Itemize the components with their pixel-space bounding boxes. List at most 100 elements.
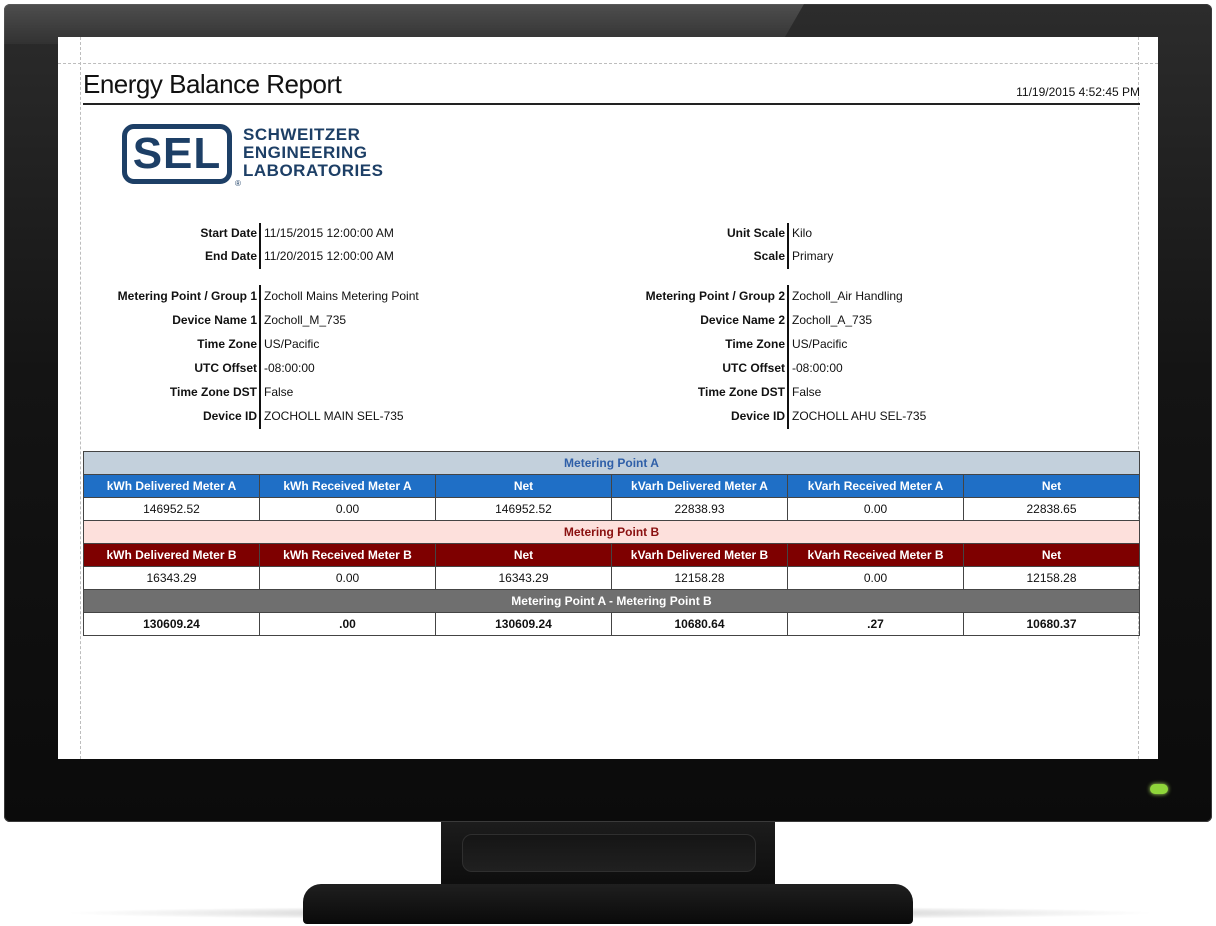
info-label: Scale: [753, 249, 785, 263]
column-header: kVarh Received Meter A: [787, 474, 964, 498]
info-row: Start Date 11/15/2015 12:00:00 AM: [58, 223, 394, 245]
logo-line-2: ENGINEERING: [243, 143, 368, 162]
column-header: kVarh Received Meter B: [787, 543, 964, 567]
column-header: kWh Delivered Meter B: [83, 543, 260, 567]
info-label: Device ID: [202, 409, 257, 423]
table-cell: .00: [259, 612, 436, 636]
info-label: Time Zone: [197, 337, 257, 351]
power-led-icon: [1150, 784, 1168, 794]
info-row: Device ID ZOCHOLL AHU SEL-735: [588, 406, 926, 428]
table-row: 130609.24 .00 130609.24 10680.64 .27 106…: [83, 612, 1140, 636]
info-value: False: [264, 385, 294, 399]
column-header: Net: [963, 543, 1140, 567]
section-header-row: Metering Point A: [83, 451, 1140, 475]
info-row: Time Zone DST False: [588, 382, 821, 404]
info-label: Device Name 2: [700, 313, 785, 327]
info-value: US/Pacific: [792, 337, 848, 351]
logo-registered-mark: ®: [235, 179, 241, 188]
report-generated-timestamp: 11/19/2015 4:52:45 PM: [1016, 85, 1140, 99]
column-header: kWh Received Meter B: [259, 543, 436, 567]
info-value: Zocholl_A_735: [792, 313, 873, 327]
info-value: Primary: [792, 249, 834, 263]
table-row: 16343.29 0.00 16343.29 12158.28 0.00 121…: [83, 566, 1140, 590]
section-title-difference: Metering Point A - Metering Point B: [83, 589, 1140, 613]
info-row: Time Zone DST False: [58, 382, 293, 404]
column-header: Net: [435, 474, 612, 498]
section-title-meter-a: Metering Point A: [83, 451, 1140, 475]
info-value: -08:00:00: [264, 361, 315, 375]
info-value: US/Pacific: [264, 337, 320, 351]
table-row: 146952.52 0.00 146952.52 22838.93 0.00 2…: [83, 497, 1140, 521]
info-row: UTC Offset -08:00:00: [58, 358, 314, 380]
table-cell: 10680.37: [963, 612, 1140, 636]
info-row: UTC Offset -08:00:00: [588, 358, 842, 380]
table-cell: 146952.52: [435, 497, 612, 521]
report-title: Energy Balance Report: [83, 69, 342, 99]
info-row: Device Name 2 Zocholl_A_735: [588, 310, 872, 332]
info-label: Metering Point / Group 1: [117, 289, 257, 303]
table-cell: 16343.29: [83, 566, 260, 590]
info-value: Zocholl_M_735: [264, 313, 347, 327]
logo-mark: SEL: [122, 124, 232, 184]
monitor-stand-base: [303, 884, 913, 924]
right-info-block: Unit Scale Kilo Scale Primary Metering P…: [588, 223, 1108, 433]
table-cell: 22838.65: [963, 497, 1140, 521]
monitor-stand-neck: [441, 822, 775, 890]
info-value: 11/15/2015 12:00:00 AM: [264, 226, 394, 240]
info-row: End Date 11/20/2015 12:00:00 AM: [58, 246, 394, 268]
logo-wordmark: SCHWEITZER ENGINEERING LABORATORIES: [243, 126, 383, 180]
info-label: UTC Offset: [194, 361, 257, 375]
info-row: Time Zone US/Pacific: [588, 334, 847, 356]
monitor-screen: Energy Balance Report 11/19/2015 4:52:45…: [58, 37, 1158, 759]
info-label: Time Zone DST: [169, 385, 257, 399]
info-label: Time Zone DST: [697, 385, 785, 399]
page-margin-guide-top: [58, 63, 1158, 64]
info-row: Scale Primary: [588, 246, 834, 268]
sel-logo: SEL ® SCHWEITZER ENGINEERING LABORATORIE…: [122, 124, 422, 194]
info-label: Unit Scale: [726, 226, 785, 240]
column-header: kWh Received Meter A: [259, 474, 436, 498]
info-label: End Date: [204, 249, 257, 263]
left-info-block: Start Date 11/15/2015 12:00:00 AM End Da…: [58, 223, 578, 433]
info-divider-scale: [787, 223, 789, 269]
info-row: Unit Scale Kilo: [588, 223, 812, 245]
table-cell: 130609.24: [83, 612, 260, 636]
info-value: 11/20/2015 12:00:00 AM: [264, 249, 394, 263]
table-cell: 0.00: [787, 566, 964, 590]
info-divider-details: [259, 285, 261, 429]
title-divider: [83, 103, 1140, 105]
table-cell: 10680.64: [611, 612, 788, 636]
info-row: Device ID ZOCHOLL MAIN SEL-735: [58, 406, 404, 428]
info-row: Device Name 1 Zocholl_M_735: [58, 310, 346, 332]
section-header-row: Metering Point B: [83, 520, 1140, 544]
info-label: Metering Point / Group 2: [645, 289, 785, 303]
table-cell: 12158.28: [611, 566, 788, 590]
info-value: ZOCHOLL MAIN SEL-735: [264, 409, 404, 423]
column-header: kVarh Delivered Meter B: [611, 543, 788, 567]
table-cell: 0.00: [787, 497, 964, 521]
table-cell: .27: [787, 612, 964, 636]
info-label: Time Zone: [725, 337, 785, 351]
info-label: Start Date: [200, 226, 257, 240]
column-header-row: kWh Delivered Meter B kWh Received Meter…: [83, 543, 1140, 567]
column-header: kWh Delivered Meter A: [83, 474, 260, 498]
info-value: Zocholl_Air Handling: [792, 289, 903, 303]
table-cell: 16343.29: [435, 566, 612, 590]
table-cell: 146952.52: [83, 497, 260, 521]
logo-line-1: SCHWEITZER: [243, 125, 361, 144]
table-cell: 0.00: [259, 566, 436, 590]
info-value: False: [792, 385, 822, 399]
info-divider-dates: [259, 223, 261, 269]
info-row: Time Zone US/Pacific: [58, 334, 319, 356]
table-cell: 12158.28: [963, 566, 1140, 590]
info-label: Device ID: [730, 409, 785, 423]
table-cell: 22838.93: [611, 497, 788, 521]
info-row: Metering Point / Group 1 Zocholl Mains M…: [58, 286, 419, 308]
stand-cable-slot: [462, 834, 756, 872]
section-header-row: Metering Point A - Metering Point B: [83, 589, 1140, 613]
table-cell: 130609.24: [435, 612, 612, 636]
info-label: Device Name 1: [172, 313, 257, 327]
table-cell: 0.00: [259, 497, 436, 521]
column-header-row: kWh Delivered Meter A kWh Received Meter…: [83, 474, 1140, 498]
info-value: ZOCHOLL AHU SEL-735: [792, 409, 927, 423]
